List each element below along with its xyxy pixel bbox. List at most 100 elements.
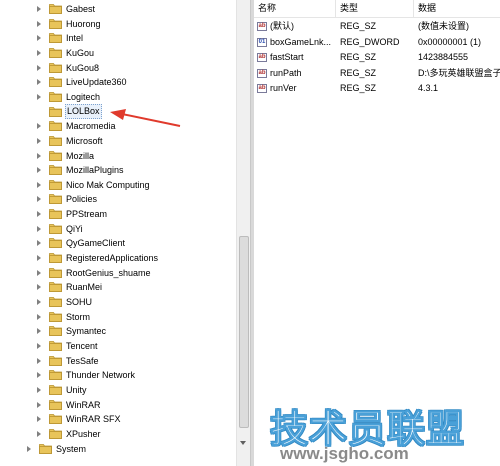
expand-arrow-icon[interactable] [37,430,41,437]
tree-item[interactable]: KuGou [37,46,227,60]
tree-item-label: TesSafe [66,355,99,366]
tree-item-label: XPusher [66,428,101,439]
tree-item-label: Intel [66,33,84,44]
tree-item[interactable]: TesSafe [37,354,227,368]
value-row[interactable]: ab fastStart REG_SZ 1423884555 [254,50,500,65]
expand-arrow-icon[interactable] [37,225,41,232]
string-value-icon: ab [257,68,267,78]
scroll-down-arrow-icon[interactable] [240,441,246,445]
folder-icon [49,193,62,205]
expand-arrow-icon[interactable] [27,445,31,452]
tree-item[interactable]: Gabest [37,2,227,16]
expand-arrow-icon[interactable] [37,137,41,144]
expand-arrow-icon[interactable] [37,328,41,335]
registry-values-pane[interactable]: 名称 类型 数据 ab (默认) REG_SZ (数值未设置) 01 boxGameLnk… [254,0,500,466]
tree-vertical-scrollbar[interactable] [236,0,250,466]
expand-arrow-icon[interactable] [37,416,41,423]
expand-arrow-icon[interactable] [37,284,41,291]
tree-item[interactable]: Symantec [37,324,227,338]
folder-icon [49,164,62,176]
tree-item[interactable]: LiveUpdate360 [37,75,227,89]
expand-arrow-icon[interactable] [37,196,41,203]
folder-icon [49,237,62,249]
tree-item[interactable]: RootGenius_shuame [37,266,227,280]
tree-item-label: KuGou [66,47,95,58]
tree-item[interactable]: PPStream [37,207,227,221]
value-name: runVer [270,83,297,93]
column-header-name[interactable]: 名称 [254,0,336,17]
expand-arrow-icon[interactable] [37,313,41,320]
expand-arrow-icon[interactable] [37,386,41,393]
column-header-data[interactable]: 数据 [414,0,500,17]
site-watermark: 技术员联盟 www.jsgho.com [269,398,500,466]
expand-arrow-icon[interactable] [37,181,41,188]
expand-arrow-icon[interactable] [37,401,41,408]
expand-arrow-icon[interactable] [37,20,41,27]
folder-icon [49,32,62,44]
tree-item[interactable]: Logitech [37,90,227,104]
expand-arrow-icon[interactable] [37,152,41,159]
value-row[interactable]: ab runVer REG_SZ 4.3.1 [254,81,500,96]
value-row[interactable]: ab runPath REG_SZ D:\多玩英雄联盟盒子 [254,66,500,81]
tree-item[interactable]: RegisteredApplications [37,251,227,265]
expand-arrow-icon[interactable] [37,357,41,364]
expand-arrow-icon[interactable] [37,35,41,42]
expand-arrow-icon[interactable] [37,64,41,71]
value-type: REG_SZ [340,52,377,62]
tree-item[interactable]: Huorong [37,17,227,31]
folder-icon [49,399,62,410]
expand-arrow-icon[interactable] [37,167,41,174]
arrow-shaft [121,113,181,127]
tree-item[interactable]: Intel [37,31,227,45]
tree-item[interactable]: RuanMei [37,280,227,294]
value-data: 4.3.1 [418,83,439,93]
tree-item[interactable]: QiYi [37,222,227,236]
tree-item-label: Unity [66,384,87,395]
value-data: (数值未设置) [418,21,469,31]
registry-key-tree[interactable]: Gabest Huorong Intel KuGou KuGou8 LiveUpdate3… [0,0,236,466]
value-row[interactable]: 01 boxGameLnk... REG_DWORD 0x00000001 (1) [254,35,500,50]
folder-icon [49,47,62,58]
expand-arrow-icon[interactable] [37,269,41,276]
tree-item[interactable]: Nico Mak Computing [37,178,227,192]
expand-arrow-icon[interactable] [37,93,41,100]
tree-item-label: Gabest [66,4,96,14]
folder-icon [49,281,62,293]
folder-icon [49,76,62,88]
tree-item[interactable]: Mozilla [37,149,227,163]
tree-item[interactable]: Microsoft [37,134,227,148]
scrollbar-thumb[interactable] [239,236,249,428]
tree-item-label: Logitech [66,91,101,102]
column-header-type[interactable]: 类型 [336,0,414,17]
tree-item[interactable]: MozillaPlugins [37,163,227,177]
tree-item[interactable]: SOHU [37,295,227,309]
tree-item-label: Policies [66,194,98,205]
tree-item-root[interactable]: System [27,442,227,456]
expand-arrow-icon[interactable] [37,123,41,130]
tree-item-label: Nico Mak Computing [66,179,150,190]
tree-item[interactable]: KuGou8 [37,61,227,75]
tree-item[interactable]: WinRAR SFX [37,412,227,426]
expand-arrow-icon[interactable] [37,79,41,86]
folder-icon [49,267,62,278]
expand-arrow-icon[interactable] [37,342,41,349]
tree-item[interactable]: Tencent [37,339,227,353]
tree-item[interactable]: QyGameClient [37,236,227,250]
expand-arrow-icon[interactable] [37,49,41,56]
expand-arrow-icon[interactable] [37,372,41,379]
expand-arrow-icon[interactable] [37,6,41,12]
tree-item[interactable]: XPusher [37,427,227,441]
tree-item-label: Symantec [66,326,107,337]
tree-item[interactable]: Unity [37,383,227,397]
folder-icon [49,106,62,117]
expand-arrow-icon[interactable] [37,255,41,262]
tree-item-label: KuGou8 [66,62,100,73]
tree-item[interactable]: Storm [37,310,227,324]
tree-item[interactable]: Thunder Network [37,368,227,382]
tree-item[interactable]: Policies [37,192,227,206]
expand-arrow-icon[interactable] [37,299,41,305]
expand-arrow-icon[interactable] [37,211,41,218]
tree-item[interactable]: WinRAR [37,398,227,412]
value-row[interactable]: ab (默认) REG_SZ (数值未设置) [254,19,500,34]
expand-arrow-icon[interactable] [37,240,41,247]
